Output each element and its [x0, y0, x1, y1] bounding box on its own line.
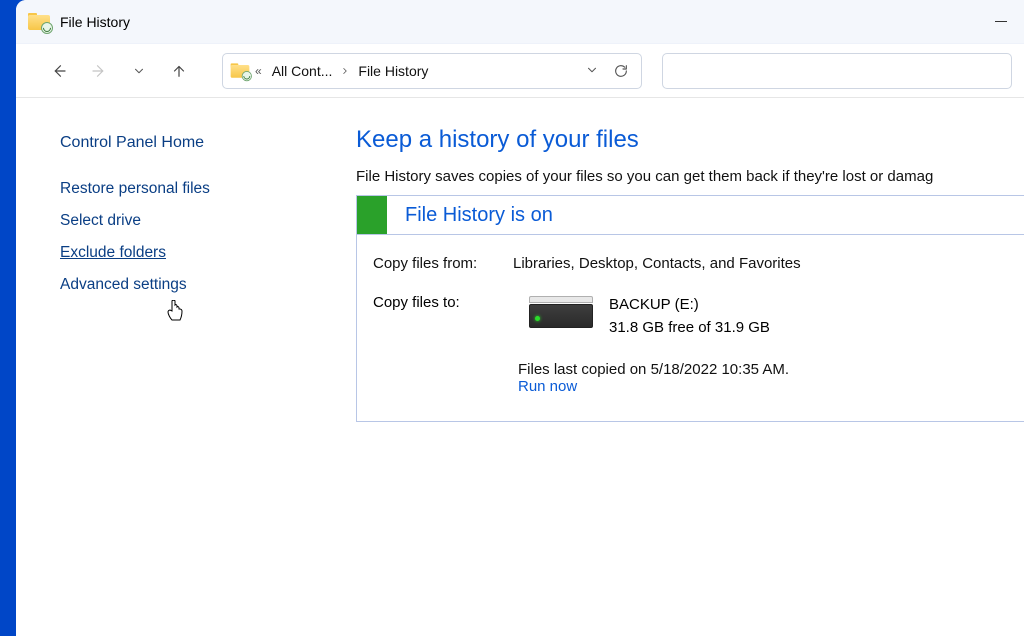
last-copied-text: Files last copied on 5/18/2022 10:35 AM.	[518, 361, 1014, 378]
sidebar-link-advanced-settings[interactable]: Advanced settings	[60, 276, 326, 294]
copy-to-label: Copy files to:	[373, 294, 513, 311]
recent-dropdown-button[interactable]	[122, 54, 156, 88]
window-controls	[978, 0, 1024, 43]
copy-from-label: Copy files from:	[373, 255, 513, 272]
address-dropdown-button[interactable]	[585, 63, 599, 79]
minimize-button[interactable]	[978, 0, 1024, 43]
status-text: File History is on	[387, 204, 553, 227]
forward-button[interactable]	[82, 54, 116, 88]
status-indicator-icon	[357, 196, 387, 234]
page-title: Keep a history of your files	[356, 126, 1024, 154]
folder-history-icon	[28, 11, 50, 33]
address-bar[interactable]: « All Cont... File History	[222, 53, 642, 89]
destination-name: BACKUP (E:)	[609, 294, 770, 317]
breadcrumb-overflow-icon[interactable]: «	[253, 64, 264, 78]
sidebar-heading: Control Panel Home	[60, 134, 326, 152]
details-panel: Copy files from: Libraries, Desktop, Con…	[356, 235, 1024, 422]
file-history-window: File History « All Cont... File History	[16, 0, 1024, 636]
status-bar: File History is on	[356, 195, 1024, 235]
sidebar-link-exclude-folders[interactable]: Exclude folders	[60, 244, 326, 262]
back-button[interactable]	[42, 54, 76, 88]
titlebar: File History	[16, 0, 1024, 44]
drive-icon	[529, 296, 593, 336]
breadcrumb-current[interactable]: File History	[352, 63, 434, 79]
navigation-toolbar: « All Cont... File History	[16, 44, 1024, 98]
breadcrumb-root[interactable]: All Cont...	[266, 63, 339, 79]
content-area: Control Panel Home Restore personal file…	[16, 98, 1024, 636]
main-panel: Keep a history of your files File Histor…	[326, 98, 1024, 636]
page-description: File History saves copies of your files …	[356, 168, 1024, 185]
sidebar-link-restore[interactable]: Restore personal files	[60, 180, 326, 198]
window-title: File History	[60, 14, 130, 30]
sidebar: Control Panel Home Restore personal file…	[16, 98, 326, 636]
folder-history-icon	[229, 60, 251, 82]
up-button[interactable]	[162, 54, 196, 88]
copy-from-value: Libraries, Desktop, Contacts, and Favori…	[513, 255, 1014, 272]
sidebar-link-select-drive[interactable]: Select drive	[60, 212, 326, 230]
destination-space: 31.8 GB free of 31.9 GB	[609, 317, 770, 340]
refresh-button[interactable]	[613, 63, 629, 79]
chevron-right-icon	[340, 66, 350, 76]
search-input[interactable]	[662, 53, 1012, 89]
run-now-link[interactable]: Run now	[518, 378, 1014, 395]
